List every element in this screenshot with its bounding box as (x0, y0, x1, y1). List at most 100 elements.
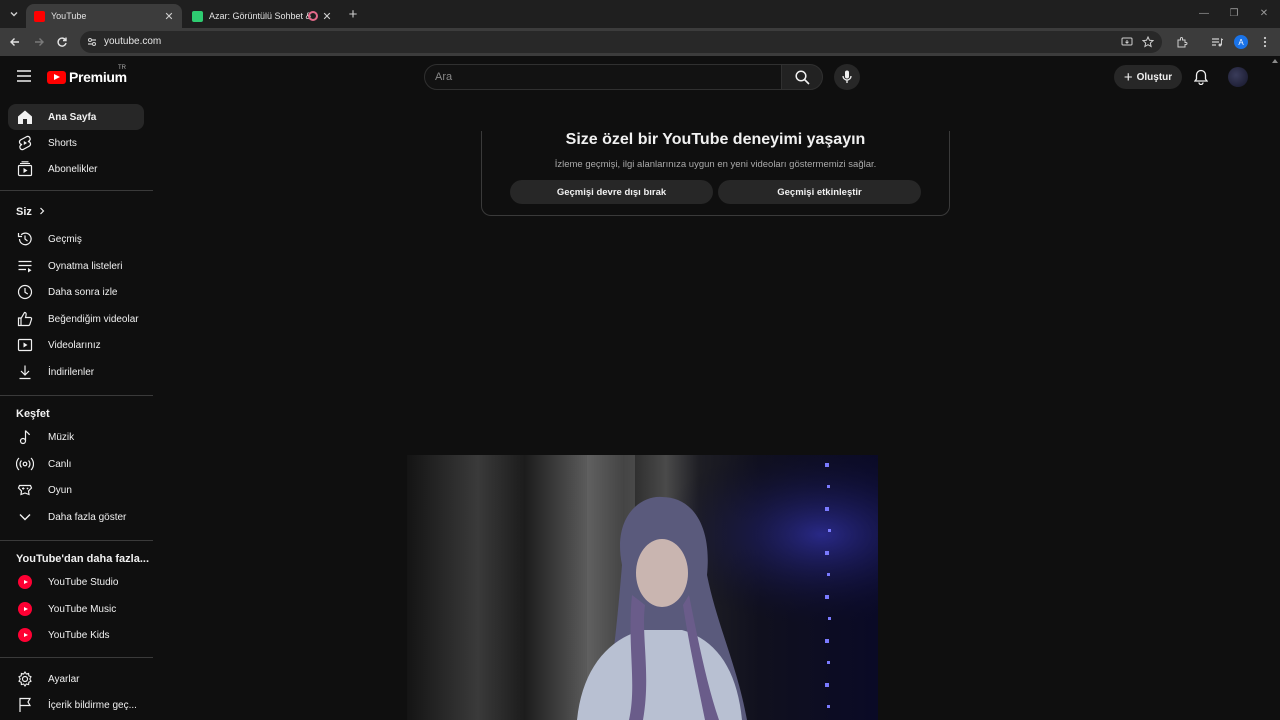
account-avatar[interactable] (1228, 67, 1248, 87)
subscriptions-icon (16, 160, 34, 178)
media-controls-icon[interactable] (1208, 33, 1226, 51)
azar-favicon-icon (192, 10, 203, 22)
scroll-up-arrow-icon[interactable] (1272, 59, 1278, 63)
sidebar-item-label: YouTube Kids (48, 629, 110, 641)
sidebar-section-explore: Keşfet (16, 408, 50, 420)
hamburger-menu-icon[interactable] (14, 66, 34, 86)
plus-icon: + (1123, 68, 1133, 86)
sidebar-item-liked-videos[interactable]: Beğendiğim videolar (8, 306, 144, 332)
shorts-icon (16, 134, 34, 152)
browser-profile-avatar[interactable]: A (1234, 35, 1248, 49)
your-videos-icon (16, 336, 34, 354)
browser-tab-bar: YouTube ✕ Azar: Görüntülü Sohbet & Y ✕ +… (0, 0, 1280, 28)
new-tab-icon[interactable]: + (344, 5, 362, 23)
voice-search-button[interactable] (834, 64, 860, 90)
section-title: YouTube'dan daha fazla... (16, 553, 149, 565)
sidebar-item-youtube-studio[interactable]: YouTube Studio (8, 569, 144, 595)
sidebar-item-youtube-kids[interactable]: YouTube Kids (8, 622, 144, 648)
youtube-studio-icon (16, 573, 34, 591)
chevron-right-icon (39, 206, 45, 218)
create-button[interactable]: + Oluştur (1114, 65, 1182, 89)
history-prompt-description: İzleme geçmişi, ilgi alanlarınıza uygun … (554, 159, 877, 170)
sidebar-divider (0, 190, 153, 191)
sidebar-item-youtube-music[interactable]: YouTube Music (8, 596, 144, 622)
browser-tab-azar[interactable]: Azar: Görüntülü Sohbet & Y ✕ (184, 4, 340, 28)
sidebar-item-show-more[interactable]: Daha fazla göster (8, 504, 144, 530)
bookmark-star-icon[interactable] (1141, 35, 1155, 49)
sidebar-item-label: Oynatma listeleri (48, 260, 123, 272)
section-title: Keşfet (16, 408, 50, 420)
forward-icon[interactable] (30, 33, 48, 51)
sidebar-item-label: Videolarınız (48, 339, 101, 351)
search-button[interactable] (781, 64, 823, 90)
tab-title: Azar: Görüntülü Sohbet & Y (209, 11, 313, 21)
disable-history-button[interactable]: Geçmişi devre dışı bırak (510, 180, 713, 204)
sidebar-divider (0, 657, 153, 658)
browser-menu-icon[interactable] (1256, 33, 1274, 51)
youtube-premium-logo[interactable]: Premium TR (47, 65, 127, 85)
youtube-kids-icon (16, 626, 34, 644)
sidebar-item-playlists[interactable]: Oynatma listeleri (8, 253, 144, 279)
like-icon (16, 310, 34, 328)
microphone-icon (842, 70, 852, 83)
page-scrollbar[interactable] (1270, 56, 1280, 720)
sidebar-item-label: Ayarlar (48, 673, 80, 685)
back-icon[interactable] (6, 33, 24, 51)
sidebar-item-label: Müzik (48, 431, 75, 443)
sidebar-item-gaming[interactable]: Oyun (8, 477, 144, 503)
site-info-icon[interactable] (86, 36, 98, 48)
sidebar-item-label: YouTube Studio (48, 576, 119, 588)
sidebar-item-label: İndirilenler (48, 366, 95, 378)
sidebar-item-history[interactable]: Geçmiş (8, 226, 144, 252)
install-app-icon[interactable] (1120, 35, 1134, 49)
webcam-video-overlay (407, 455, 878, 720)
youtube-logo-icon (47, 70, 66, 84)
sidebar-item-shorts[interactable]: Shorts (8, 130, 144, 156)
sidebar-item-music[interactable]: Müzik (8, 424, 144, 450)
sidebar-item-label: Canlı (48, 458, 72, 470)
sidebar-item-home[interactable]: Ana Sayfa (8, 104, 144, 130)
sidebar-item-downloads[interactable]: İndirilenler (8, 359, 144, 385)
sidebar-item-label: Abonelikler (48, 163, 98, 175)
sidebar-item-label: Daha fazla göster (48, 511, 127, 523)
section-title: Siz (16, 206, 32, 218)
reload-icon[interactable] (53, 33, 71, 51)
chevron-down-icon (16, 508, 34, 526)
history-prompt-title: Size özel bir YouTube deneyimi yaşayın (565, 131, 866, 148)
download-icon (16, 363, 34, 381)
watch-later-icon (16, 283, 34, 301)
search-icon (794, 69, 810, 85)
region-code: TR (118, 65, 126, 71)
flag-icon (16, 696, 34, 714)
notifications-bell-icon[interactable] (1191, 67, 1211, 87)
close-window-icon[interactable]: ✕ (1256, 5, 1272, 21)
sidebar-item-settings[interactable]: Ayarlar (8, 666, 144, 692)
close-tab-icon[interactable]: ✕ (162, 9, 176, 23)
extensions-icon[interactable] (1173, 33, 1191, 51)
gaming-icon (16, 481, 34, 499)
sidebar-item-report-history[interactable]: İçerik bildirme geç... (8, 692, 144, 718)
browser-tab-youtube[interactable]: YouTube ✕ (26, 4, 182, 28)
restore-icon[interactable]: ❐ (1226, 5, 1242, 21)
sidebar-item-watch-later[interactable]: Daha sonra izle (8, 279, 144, 305)
live-icon (16, 455, 34, 473)
enable-history-button[interactable]: Geçmişi etkinleştir (718, 180, 921, 204)
minimize-icon[interactable]: — (1196, 5, 1212, 21)
sidebar-divider (0, 395, 153, 396)
address-bar[interactable]: youtube.com (80, 31, 1162, 53)
tab-search-dropdown-icon[interactable] (4, 4, 24, 24)
sidebar-item-live[interactable]: Canlı (8, 451, 144, 477)
playlists-icon (16, 257, 34, 275)
create-label: Oluştur (1136, 71, 1173, 83)
tab-title: YouTube (51, 11, 87, 21)
sidebar-item-subscriptions[interactable]: Abonelikler (8, 156, 144, 182)
sidebar-item-your-videos[interactable]: Videolarınız (8, 332, 144, 358)
logo-text: Premium (69, 69, 127, 85)
search-input[interactable] (425, 65, 781, 89)
sidebar-section-you[interactable]: Siz (16, 206, 45, 218)
sidebar-item-label: Geçmiş (48, 233, 82, 245)
music-icon (16, 428, 34, 446)
settings-icon (16, 670, 34, 688)
sidebar-item-label: Beğendiğim videolar (48, 313, 139, 325)
close-tab-icon[interactable]: ✕ (320, 9, 334, 23)
